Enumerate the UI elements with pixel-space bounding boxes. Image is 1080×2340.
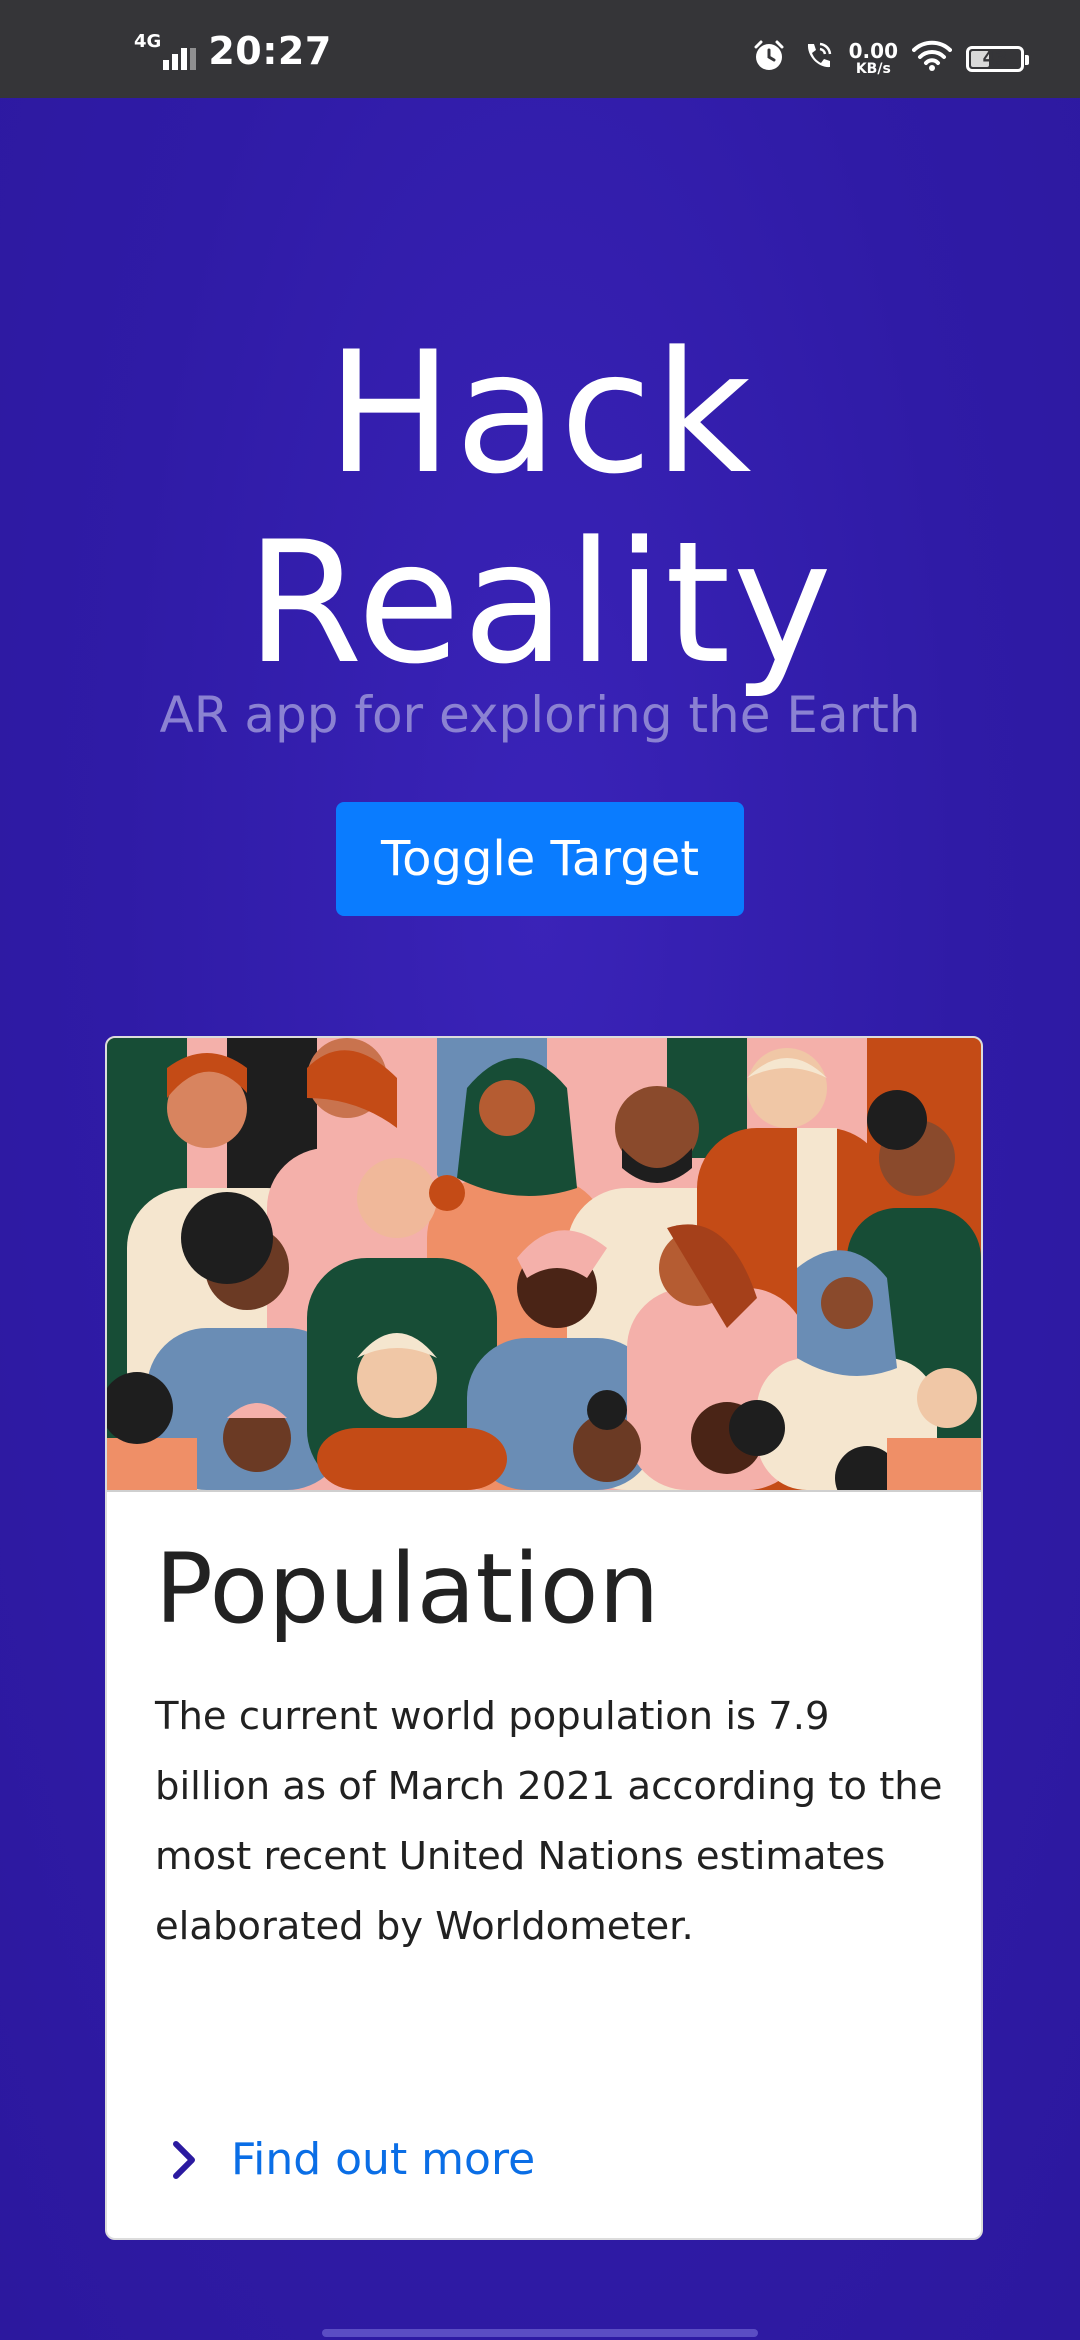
signal-icon: [163, 34, 197, 70]
clock: 20:27: [208, 29, 332, 73]
toggle-target-button[interactable]: Toggle Target: [336, 802, 744, 916]
data-speed: 0.00 KB/s: [848, 39, 898, 77]
app-title-line-2: Reality: [245, 505, 835, 701]
chevron-right-icon: [171, 2140, 197, 2180]
app-title-line-1: Hack: [326, 315, 754, 511]
status-left: 4G 20:27: [134, 29, 332, 73]
people-crowd-illustration: [107, 1038, 981, 1492]
battery-level: 43: [982, 48, 1008, 69]
wifi-icon: [912, 40, 952, 77]
card-description: The current world population is 7.9 bill…: [155, 1694, 943, 1949]
card-title: Population: [155, 1533, 660, 1645]
app-subtitle: AR app for exploring the Earth: [159, 686, 921, 744]
alarm-icon: [751, 38, 787, 79]
status-right: 0.00 KB/s 43: [751, 38, 1029, 79]
find-out-more-link[interactable]: Find out more: [171, 2134, 535, 2185]
find-out-more-label: Find out more: [231, 2134, 536, 2185]
network-type: 4G: [134, 31, 162, 52]
status-bar: 4G 20:27 0.00 KB/s 43: [0, 0, 1080, 98]
home-indicator[interactable]: [322, 2329, 758, 2337]
wifi-call-icon: [801, 39, 835, 78]
app-title: Hack Reality: [0, 318, 1080, 698]
battery-icon: 43: [966, 45, 1029, 72]
population-card: Population The current world population …: [105, 1036, 983, 2240]
